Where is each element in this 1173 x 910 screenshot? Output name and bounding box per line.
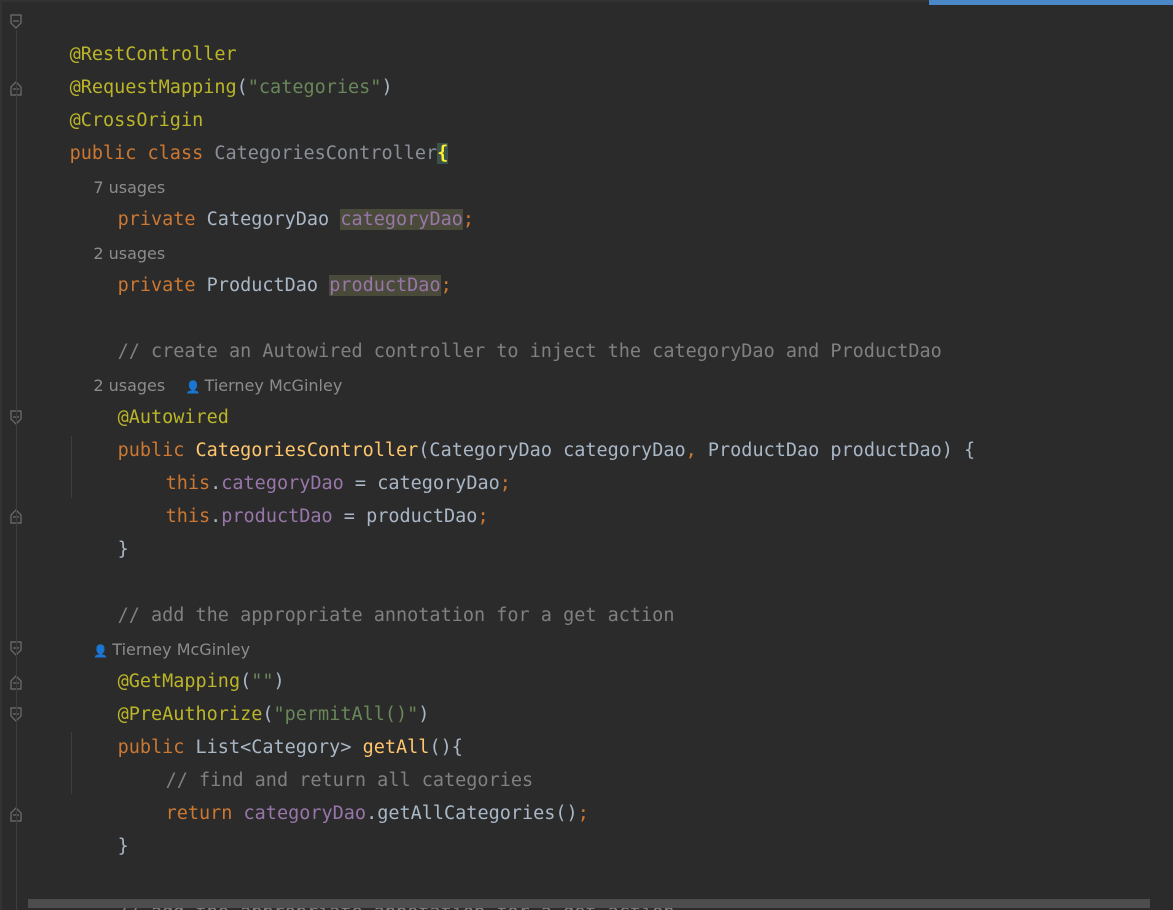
code-line-15[interactable]: this.productDao = productDao; (121, 467, 489, 527)
semicolon-token: ; (499, 473, 511, 494)
code-line-18[interactable]: // add the appropriate annotation for a … (73, 566, 675, 626)
field-token: productDao (221, 506, 333, 527)
code-line-6[interactable]: private CategoryDao categoryDao; (73, 170, 474, 230)
code-line-16[interactable]: } (73, 500, 129, 560)
field-token-highlighted: productDao (329, 275, 441, 296)
semicolon-token: ; (440, 275, 452, 296)
indent-guide (71, 436, 72, 498)
keyword-token: private (117, 275, 196, 296)
code-line-25[interactable]: } (73, 797, 129, 857)
keyword-token: return (165, 803, 233, 824)
code-line-20[interactable]: @GetMapping("") (73, 632, 285, 692)
semicolon-token: ; (462, 209, 475, 230)
class-name-token: CategoriesController (214, 143, 438, 164)
code-line-2[interactable]: @RequestMapping("categories") (25, 38, 393, 98)
code-line-21[interactable]: @PreAuthorize("permitAll()") (73, 665, 430, 725)
indent-guide (16, 30, 17, 910)
matched-brace: { (437, 143, 449, 164)
paren-token: ( (236, 77, 248, 98)
code-line-14[interactable]: this.categoryDao = categoryDao; (121, 434, 511, 494)
comma-token: , (685, 440, 697, 461)
type-token: ProductDao (206, 275, 319, 296)
code-line-10[interactable]: // create an Autowired controller to inj… (73, 302, 942, 362)
usages-inlay[interactable]: 2 usages (73, 204, 165, 263)
field-token: categoryDao (243, 803, 367, 824)
semicolon-token: ; (477, 506, 489, 527)
code-line-13[interactable]: public CategoriesController(CategoryDao … (73, 401, 976, 461)
code-line-23[interactable]: // find and return all categories (121, 731, 534, 791)
paren-token: ) (381, 77, 393, 98)
usages-inlay[interactable]: 7 usages (73, 138, 165, 197)
brace-token: } (117, 539, 129, 560)
params-token: ProductDao productDao) { (696, 440, 976, 461)
string-token: "categories" (247, 77, 382, 98)
code-line-8[interactable]: private ProductDao productDao; (73, 236, 452, 296)
fold-start-icon[interactable] (10, 14, 22, 30)
code-line-27[interactable]: // add the appropriate annotation for a … (73, 863, 675, 910)
code-line-4[interactable]: public class CategoriesController{ (25, 104, 449, 164)
keyword-token: this (165, 506, 211, 527)
indent-guide (71, 732, 72, 794)
usages-inlay[interactable]: 2 usages 👤 Tierney McGinley (73, 336, 342, 395)
assign-token: = productDao (332, 506, 478, 527)
horizontal-scrollbar[interactable] (28, 899, 1150, 908)
editor-gutter (0, 0, 24, 910)
semicolon-token: ; (577, 803, 589, 824)
code-line-1[interactable]: @RestController (25, 5, 237, 65)
code-line-12[interactable]: @Autowired (73, 368, 229, 428)
type-token: CategoryDao (206, 209, 330, 230)
code-line-24[interactable]: return categoryDao.getAllCategories(); (121, 764, 589, 824)
code-editor[interactable]: @RestController @RequestMapping("categor… (0, 0, 1173, 910)
code-line-3[interactable]: @CrossOrigin (25, 71, 204, 131)
field-token-highlighted: categoryDao (340, 209, 463, 230)
brace-token: } (117, 836, 129, 857)
active-tab-indicator (929, 0, 1173, 5)
call-token: .getAllCategories() (366, 803, 578, 824)
dot-token: . (210, 506, 222, 527)
code-line-22[interactable]: public List<Category> getAll(){ (73, 698, 463, 758)
author-inlay[interactable]: 👤 Tierney McGinley (73, 600, 250, 659)
